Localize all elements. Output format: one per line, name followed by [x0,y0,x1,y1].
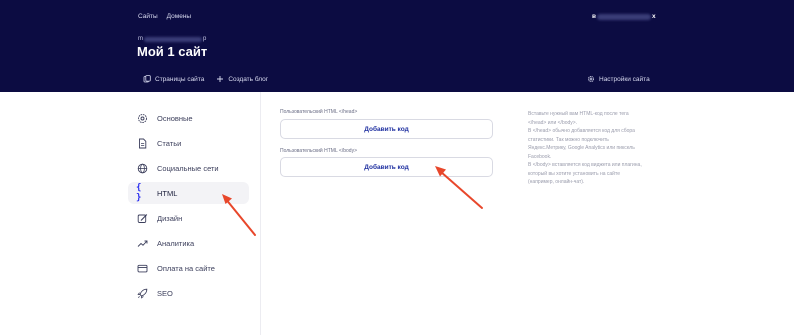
help-line: Яндекс.Метрику, Google Analytics или пик… [528,145,635,151]
help-line: статистики. Так можно подключить [528,136,609,143]
site-address: m p [138,36,206,42]
sidebar-item-label: Социальные сети [157,163,219,173]
sidebar-item-analytics[interactable]: Аналитика [128,232,249,254]
help-line: Facebook. [528,153,552,160]
card-icon [136,262,148,274]
sidebar-item-social[interactable]: Социальные сети [128,157,249,179]
user-name-start: в [592,13,596,20]
sidebar-item-label: Статьи [157,138,182,148]
site-pages-label: Страницы сайта [155,75,205,83]
rocket-icon [136,287,148,299]
sidebar-item-articles[interactable]: Статьи [128,132,249,154]
palette-icon [136,212,148,224]
gear-icon [588,76,594,82]
pages-icon [143,75,151,83]
help-line: (например, онлайн-чат). [528,179,585,185]
sidebar-item-payments[interactable]: Оплата на сайте [128,257,249,279]
page-title: Мой 1 сайт [137,44,208,59]
gear-icon [136,112,148,124]
sidebar-item-label: Аналитика [157,238,195,248]
site-settings-label: Настройки сайта [599,75,650,83]
site-pages-link[interactable]: Страницы сайта [143,75,204,83]
add-head-code-button[interactable]: Добавить код [280,119,493,139]
settings-sidebar: Основные Статьи Социальные сети { } HTML… [128,107,249,307]
site-subnav: Страницы сайта Создать блог [143,75,268,83]
user-name-end: х [652,13,656,20]
top-nav: Сайты Домены [138,13,191,20]
help-line: В </body> вставляется код виджета или пл… [528,162,642,168]
sidebar-item-seo[interactable]: SEO [128,282,249,304]
site-address-start: m [138,36,143,42]
content-divider [260,92,261,335]
create-blog-link[interactable]: Создать блог [216,75,268,83]
help-line: Вставьте нужный вам HTML-код после тега [528,111,629,117]
site-header: Сайты Домены в х m p Мой 1 сайт Страницы… [0,0,794,92]
sidebar-item-design[interactable]: Дизайн [128,207,249,229]
redacted-username [597,13,651,20]
site-address-end: p [203,36,207,42]
help-line: В </head> обычно добавляется код для сбо… [528,128,635,134]
user-account[interactable]: в х [592,13,656,20]
sidebar-item-label: Дизайн [157,213,183,223]
help-line: </head> или </body>. [528,119,578,126]
braces-icon: { } [136,183,142,203]
sidebar-item-label: HTML [157,188,178,198]
head-html-label: Пользовательский HTML </head> [280,109,358,115]
plus-icon [217,76,224,82]
trend-icon [136,237,148,249]
nav-domains-link[interactable]: Домены [167,13,191,20]
document-icon [136,137,148,149]
globe-icon [136,162,148,174]
help-line: который вы хотите установить на сайте [528,170,620,177]
sidebar-item-label: Основные [157,113,193,123]
sidebar-item-label: SEO [157,288,173,298]
help-text: Вставьте нужный вам HTML-код после тега … [528,110,668,187]
site-settings-link[interactable]: Настройки сайта [587,75,650,83]
sidebar-item-html[interactable]: { } HTML [128,182,249,204]
body-html-label: Пользовательский HTML </body> [280,148,357,154]
create-blog-label: Создать блог [228,75,269,83]
sidebar-item-label: Оплата на сайте [157,263,215,273]
redacted-site-address [144,36,202,42]
nav-sites-link[interactable]: Сайты [138,13,158,20]
add-body-code-button[interactable]: Добавить код [280,157,493,177]
sidebar-item-general[interactable]: Основные [128,107,249,129]
